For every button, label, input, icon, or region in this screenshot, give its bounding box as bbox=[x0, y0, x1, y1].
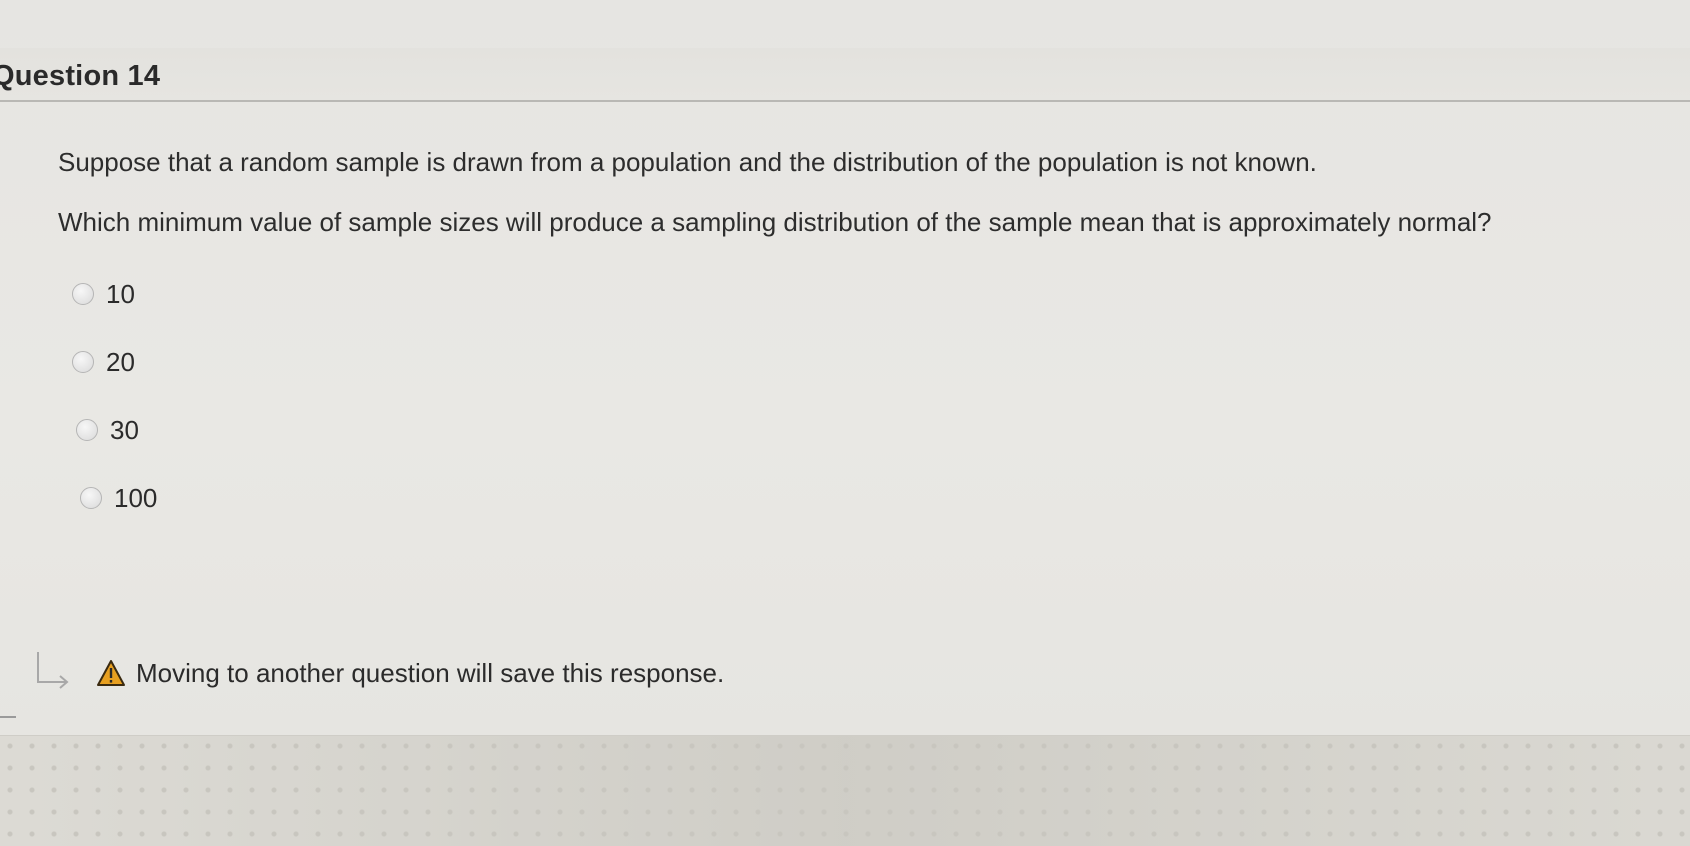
question-prompt-line2: Which minimum value of sample sizes will… bbox=[58, 207, 1492, 237]
divider bbox=[0, 716, 16, 718]
page-footer-background bbox=[0, 735, 1690, 846]
question-prompt-line1: Suppose that a random sample is drawn fr… bbox=[58, 147, 1317, 177]
return-arrow-icon bbox=[37, 652, 69, 689]
question-title: Question 14 bbox=[0, 60, 161, 92]
answer-option-label[interactable]: 20 bbox=[106, 347, 135, 378]
save-notice: Moving to another question will save thi… bbox=[34, 650, 724, 696]
answer-option-30[interactable]: 30 bbox=[76, 412, 157, 448]
radio-button[interactable] bbox=[72, 351, 94, 373]
question-body: Suppose that a random sample is drawn fr… bbox=[58, 146, 1668, 238]
save-notice-text: Moving to another question will save thi… bbox=[136, 657, 725, 688]
answer-option-label[interactable]: 10 bbox=[106, 279, 135, 310]
radio-button[interactable] bbox=[76, 419, 98, 441]
answer-options: 10 20 30 100 bbox=[72, 276, 157, 548]
answer-option-100[interactable]: 100 bbox=[80, 480, 157, 516]
question-header: Question 14 bbox=[0, 48, 1690, 102]
warning-icon bbox=[97, 660, 125, 686]
answer-option-label[interactable]: 100 bbox=[114, 483, 157, 514]
radio-button[interactable] bbox=[80, 487, 102, 509]
answer-option-label[interactable]: 30 bbox=[110, 415, 139, 446]
radio-button[interactable] bbox=[72, 283, 94, 305]
answer-option-10[interactable]: 10 bbox=[72, 276, 157, 312]
answer-option-20[interactable]: 20 bbox=[72, 344, 157, 380]
quiz-screen: Question 14 Suppose that a random sample… bbox=[0, 0, 1690, 846]
